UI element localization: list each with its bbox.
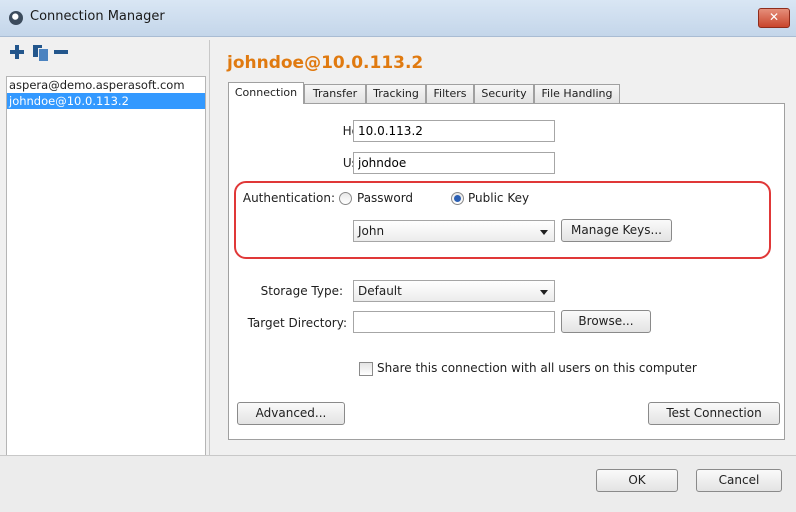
dialog-footer: OK Cancel [0, 456, 796, 512]
tab-filters[interactable]: Filters [426, 84, 474, 103]
ok-button[interactable]: OK [596, 469, 678, 492]
connection-item-selected[interactable]: johndoe@10.0.113.2 [7, 93, 205, 109]
chevron-down-icon [540, 230, 548, 235]
remove-connection-button[interactable] [52, 42, 72, 62]
key-select[interactable]: John [353, 220, 555, 242]
browse-button[interactable]: Browse... [561, 310, 651, 333]
tab-tracking[interactable]: Tracking [366, 84, 426, 103]
test-connection-button[interactable]: Test Connection [648, 402, 780, 425]
advanced-button[interactable]: Advanced... [237, 402, 345, 425]
authentication-label: Authentication: [242, 191, 335, 205]
tab-file-handling[interactable]: File Handling [534, 84, 620, 103]
key-select-value: John [358, 224, 385, 238]
duplicate-connection-button[interactable] [30, 42, 50, 62]
connection-title: johndoe@10.0.113.2 [227, 53, 424, 73]
storage-type-label: Storage Type: [260, 284, 343, 298]
tab-transfer[interactable]: Transfer [304, 84, 366, 103]
connection-item[interactable]: aspera@demo.asperasoft.com [7, 77, 205, 93]
share-connection-label[interactable]: Share this connection with all users on … [377, 361, 697, 375]
connection-list[interactable]: aspera@demo.asperasoft.com johndoe@10.0.… [6, 76, 206, 456]
user-input[interactable] [353, 152, 555, 174]
connection-tab-panel: Host: User: Authentication: Password Pub… [228, 103, 785, 440]
share-connection-checkbox[interactable] [359, 362, 373, 376]
window-title: Connection Manager [30, 9, 165, 24]
cancel-button[interactable]: Cancel [696, 469, 782, 492]
host-input[interactable] [353, 120, 555, 142]
window-titlebar: Connection Manager ✕ [0, 0, 796, 37]
target-directory-input[interactable] [353, 311, 555, 333]
password-radio-label[interactable]: Password [357, 191, 413, 205]
pane-splitter[interactable] [209, 40, 210, 460]
target-directory-label: Target Directory: [247, 316, 347, 330]
chevron-down-icon [540, 290, 548, 295]
tab-security[interactable]: Security [474, 84, 534, 103]
manage-keys-button[interactable]: Manage Keys... [561, 219, 672, 242]
password-radio[interactable] [339, 192, 352, 205]
close-window-button[interactable]: ✕ [758, 8, 790, 28]
storage-type-value: Default [358, 284, 402, 298]
app-logo-icon [9, 11, 23, 25]
public-key-radio[interactable] [451, 192, 464, 205]
tab-connection[interactable]: Connection [228, 82, 304, 104]
public-key-radio-label[interactable]: Public Key [468, 191, 529, 205]
storage-type-select[interactable]: Default [353, 280, 555, 302]
add-connection-button[interactable] [8, 42, 28, 62]
close-icon: ✕ [768, 10, 780, 24]
